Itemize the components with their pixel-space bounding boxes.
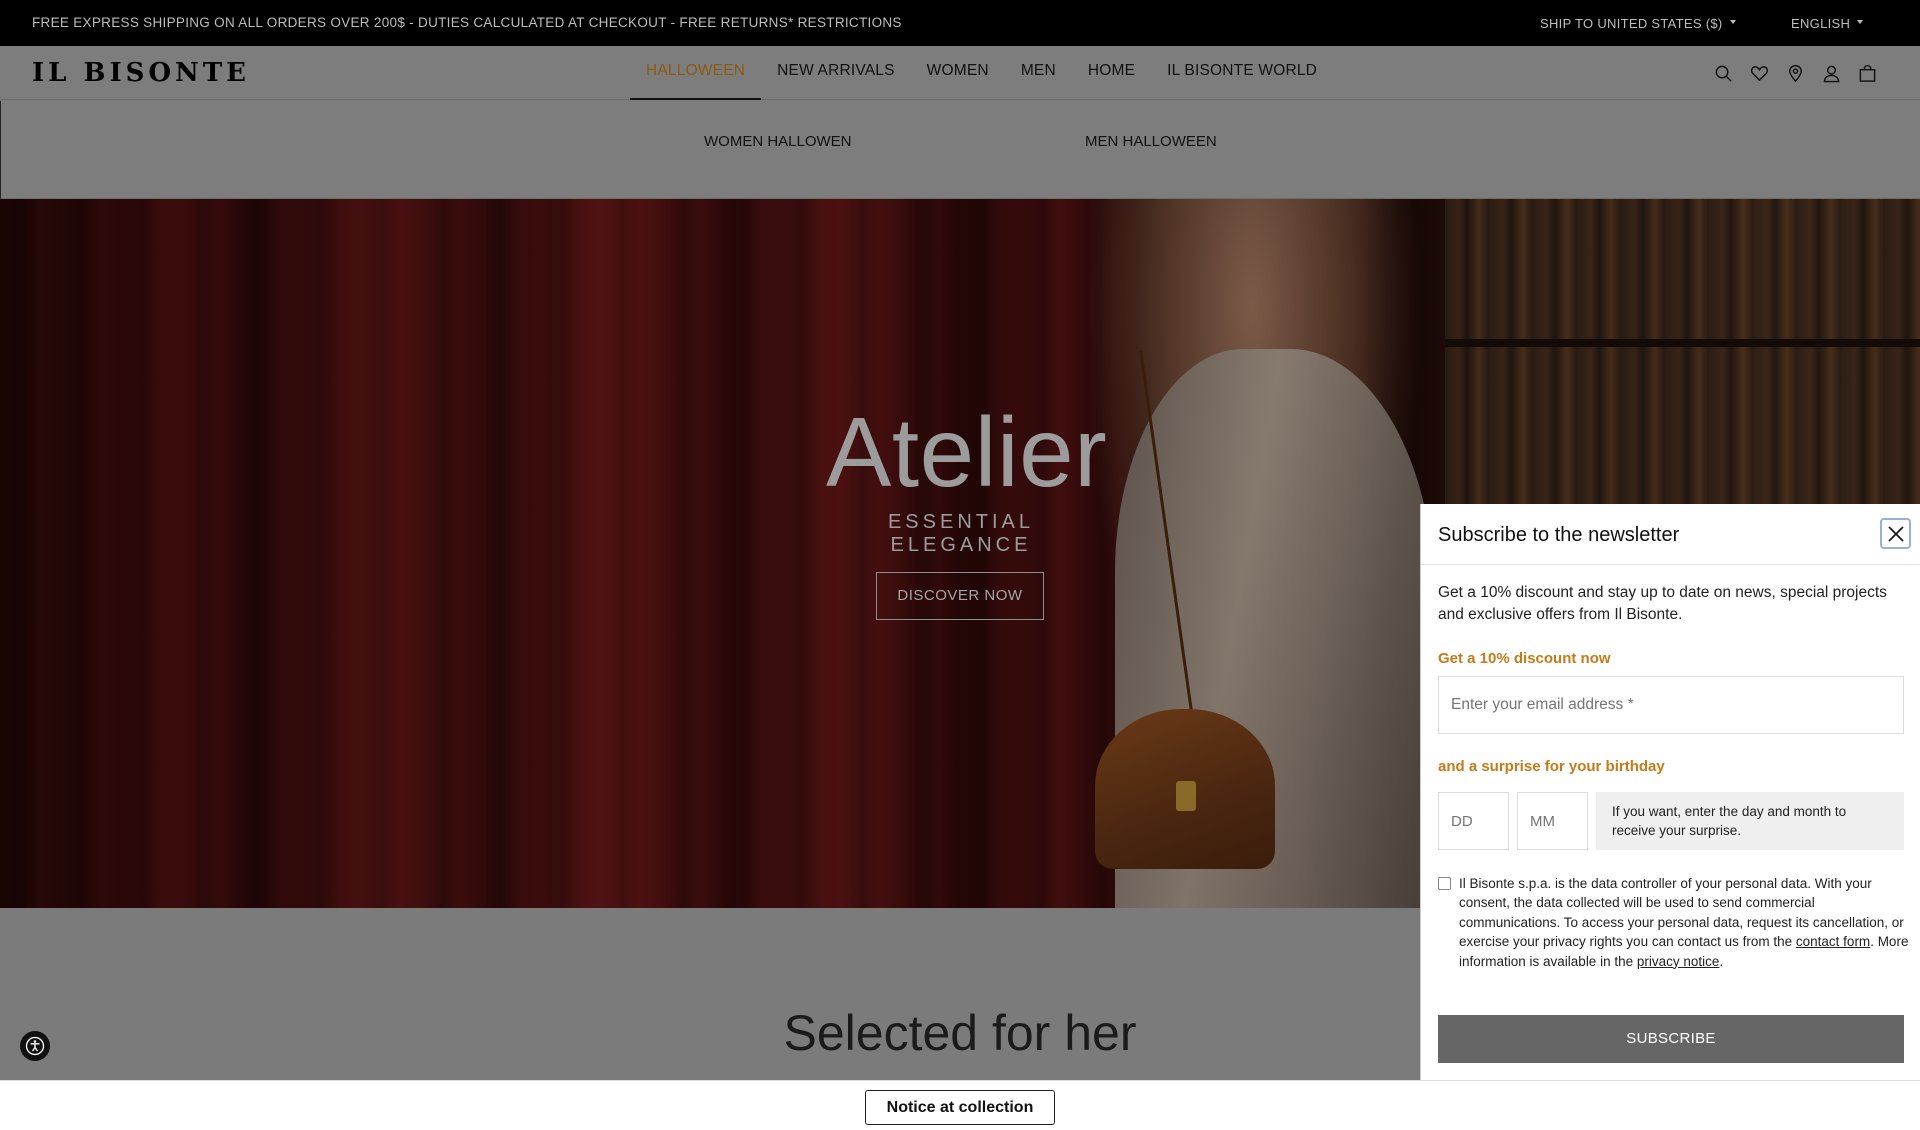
logo[interactable]: IL BISONTE <box>32 58 250 88</box>
modal-title: Subscribe to the newsletter <box>1438 524 1680 546</box>
account-icon[interactable] <box>1822 64 1841 83</box>
site-header: IL BISONTE HALLOWEEN NEW ARRIVALS WOMEN … <box>0 46 1920 100</box>
birthday-hint: If you want, enter the day and month to … <box>1596 792 1904 850</box>
contact-form-link[interactable]: contact form <box>1796 934 1870 949</box>
ship-to-label: SHIP TO UNITED STATES ($) <box>1540 16 1723 31</box>
shelf-divider <box>1445 339 1920 347</box>
language-label: ENGLISH <box>1791 16 1851 31</box>
newsletter-description: Get a 10% discount and stay up to date o… <box>1438 584 1887 623</box>
main-nav: HALLOWEEN NEW ARRIVALS WOMEN MEN HOME IL… <box>630 46 1333 100</box>
privacy-notice-link[interactable]: privacy notice <box>1637 954 1720 969</box>
discover-now-button[interactable]: DISCOVER NOW <box>876 572 1044 620</box>
location-pin-icon[interactable] <box>1786 64 1805 83</box>
dropdown-item-women-halloween[interactable]: WOMEN HALLOWEN <box>704 133 852 150</box>
promo-text[interactable]: FREE EXPRESS SHIPPING ON ALL ORDERS OVER… <box>32 15 902 30</box>
halloween-dropdown: WOMEN HALLOWEN MEN HALLOWEEN <box>0 101 1920 199</box>
heart-icon[interactable] <box>1750 64 1769 83</box>
birthday-day-field[interactable] <box>1438 792 1509 850</box>
consent-text-part: . <box>1719 953 1724 969</box>
close-icon <box>1888 526 1904 542</box>
birthday-month-field[interactable] <box>1517 792 1588 850</box>
ship-to-selector[interactable]: SHIP TO UNITED STATES ($) <box>1540 16 1736 31</box>
search-icon[interactable] <box>1714 64 1733 83</box>
email-field[interactable] <box>1438 676 1904 734</box>
newsletter-modal: Subscribe to the newsletter Get a 10% di… <box>1420 504 1920 1080</box>
nav-item-new-arrivals[interactable]: NEW ARRIVALS <box>761 46 911 100</box>
discount-label: Get a 10% discount now <box>1438 650 1611 667</box>
chevron-down-icon <box>1729 19 1736 24</box>
consent-text: Il Bisonte s.p.a. is the data controller… <box>1459 874 1909 971</box>
promo-bar: FREE EXPRESS SHIPPING ON ALL ORDERS OVER… <box>0 0 1920 46</box>
subscribe-button[interactable]: SUBSCRIBE <box>1438 1015 1904 1063</box>
hero-title: Atelier <box>826 397 1108 507</box>
nav-item-women[interactable]: WOMEN <box>911 46 1005 100</box>
handbag-clasp <box>1176 781 1196 811</box>
bag-icon[interactable] <box>1858 64 1877 83</box>
dropdown-item-men-halloween[interactable]: MEN HALLOWEEN <box>1085 133 1217 150</box>
nav-item-halloween[interactable]: HALLOWEEN <box>630 46 762 100</box>
hero-subtitle: ESSENTIAL ELEGANCE <box>887 511 1035 556</box>
header-icons <box>1714 64 1877 83</box>
notice-at-collection-button[interactable]: Notice at collection <box>865 1090 1055 1125</box>
nav-item-men[interactable]: MEN <box>1005 46 1072 100</box>
birthday-label: and a surprise for your birthday <box>1438 758 1665 775</box>
section-title: Selected for her <box>783 1005 1137 1061</box>
close-button[interactable] <box>1880 518 1911 549</box>
accessibility-icon <box>25 1036 45 1056</box>
consent-checkbox[interactable] <box>1438 877 1451 890</box>
language-selector[interactable]: ENGLISH <box>1791 16 1864 31</box>
bottom-bar: Notice at collection <box>0 1080 1920 1130</box>
chevron-down-icon <box>1857 19 1864 24</box>
accessibility-button[interactable] <box>20 1031 50 1061</box>
divider <box>1421 564 1920 565</box>
nav-item-il-bisonte-world[interactable]: IL BISONTE WORLD <box>1151 46 1333 100</box>
nav-item-home[interactable]: HOME <box>1072 46 1151 100</box>
